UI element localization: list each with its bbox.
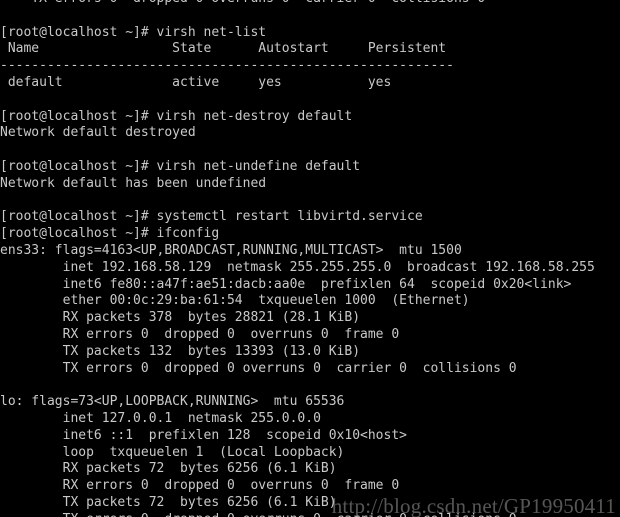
terminal-line: inet 192.168.58.129 netmask 255.255.255.…	[0, 259, 595, 275]
terminal-line: RX packets 378 bytes 28821 (28.1 KiB)	[0, 310, 361, 326]
terminal-line: inet6 fe80::a47f:ae51:dacb:aa0e prefixle…	[0, 276, 572, 292]
terminal-window[interactable]: TX errors 0 dropped 0 overruns 0 carrier…	[0, 0, 620, 517]
terminal-line: Network default has been undefined	[0, 175, 267, 191]
terminal-line: ether 00:0c:29:ba:61:54 txqueuelen 1000 …	[0, 293, 470, 309]
terminal-line: RX errors 0 dropped 0 overruns 0 frame 0	[0, 478, 400, 494]
terminal-line: TX errors 0 dropped 0 overruns 0 carrier…	[0, 360, 517, 376]
terminal-output: TX errors 0 dropped 0 overruns 0 carrier…	[0, 0, 620, 517]
terminal-line: lo: flags=73<UP,LOOPBACK,RUNNING> mtu 65…	[0, 394, 345, 410]
terminal-line: RX packets 72 bytes 6256 (6.1 KiB)	[0, 461, 337, 477]
terminal-line: loop txqueuelen 1 (Local Loopback)	[0, 444, 345, 460]
terminal-line: default active yes yes	[0, 74, 392, 90]
terminal-line: [root@localhost ~]# virsh net-destroy de…	[0, 108, 353, 124]
terminal-line: TX errors 0 dropped 0 overruns 0 carrier…	[0, 512, 620, 517]
terminal-line: inet 127.0.0.1 netmask 255.0.0.0	[0, 410, 321, 426]
terminal-line: RX errors 0 dropped 0 overruns 0 frame 0	[0, 326, 400, 342]
terminal-line: ----------------------------------------…	[0, 58, 454, 74]
terminal-line: Network default destroyed	[0, 125, 196, 141]
terminal-line: TX packets 132 bytes 13393 (13.0 KiB)	[0, 343, 361, 359]
terminal-line: [root@localhost ~]# virsh net-undefine d…	[0, 158, 361, 174]
terminal-line: TX errors 0 dropped 0 overruns 0 carrier…	[0, 0, 620, 8]
terminal-line: [root@localhost ~]# ifconfig	[0, 226, 220, 242]
terminal-line: ens33: flags=4163<UP,BROADCAST,RUNNING,M…	[0, 242, 462, 258]
terminal-line: inet6 ::1 prefixlen 128 scopeid 0x10<hos…	[0, 427, 407, 443]
terminal-line: [root@localhost ~]# systemctl restart li…	[0, 209, 423, 225]
terminal-line: TX packets 72 bytes 6256 (6.1 KiB)	[0, 494, 337, 510]
terminal-line: Name State Autostart Persistent	[0, 41, 447, 57]
terminal-line: [root@localhost ~]# virsh net-list	[0, 24, 267, 40]
